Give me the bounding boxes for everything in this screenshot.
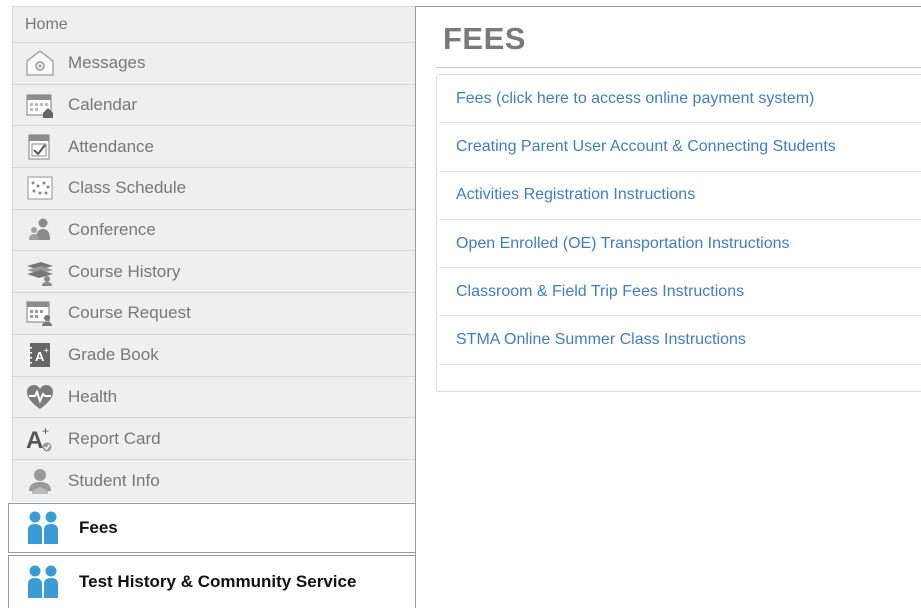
list-item: Fees (click here to access online paymen… [439,75,921,124]
sidebar-item-label: Conference [68,220,156,240]
link-classroom-fees[interactable]: Classroom & Field Trip Fees Instructions [456,283,744,301]
sidebar-item-report-card[interactable]: A + Report Card [13,418,416,460]
sidebar-item-course-request[interactable]: Course Request [13,293,416,335]
list-item: STMA Online Summer Class Instructions [439,316,921,365]
link-parent-account[interactable]: Creating Parent User Account & Connectin… [456,138,836,156]
links-list: Fees (click here to access online paymen… [436,74,921,392]
student-icon [25,466,55,496]
report-card-icon: A + [25,424,55,454]
page-title: FEES [443,21,526,56]
sidebar-item-label: Student Info [68,470,160,490]
sidebar-item-fees[interactable]: Fees [8,503,415,553]
sidebar-item-label: Health [68,386,118,406]
envelope-icon [25,48,55,78]
link-oe-transportation[interactable]: Open Enrolled (OE) Transportation Instru… [456,235,790,253]
title-divider [436,67,921,68]
heart-icon [25,382,55,412]
people-icon [23,508,63,548]
sidebar-item-label: Class Schedule [68,178,187,198]
sidebar-item-messages[interactable]: Messages [13,43,416,85]
sidebar-item-calendar[interactable]: Calendar [13,85,416,127]
schedule-icon [25,173,55,203]
gradebook-icon: A + [25,340,55,370]
sidebar-item-grade-book[interactable]: A + Grade Book [13,335,416,377]
link-activities-registration[interactable]: Activities Registration Instructions [456,186,695,204]
course-request-icon [25,298,55,328]
list-item: Creating Parent User Account & Connectin… [439,123,921,172]
list-item: Open Enrolled (OE) Transportation Instru… [439,220,921,269]
attendance-icon [25,132,55,162]
sidebar-item-course-history[interactable]: Course History [13,251,416,294]
sidebar-item-label: Messages [68,53,146,73]
link-fees-payment[interactable]: Fees (click here to access online paymen… [456,90,814,108]
sidebar-item-label: Report Card [68,428,161,448]
sidebar: Home Messages Calendar Attendance Class … [12,6,417,502]
sidebar-item-health[interactable]: Health [13,377,416,419]
sidebar-item-label: Course Request [68,303,191,323]
svg-text:+: + [44,346,49,355]
people-icon [23,562,63,602]
calendar-icon [25,90,55,120]
app-root: Home Messages Calendar Attendance Class … [0,0,921,608]
sidebar-item-conference[interactable]: Conference [13,210,416,252]
sidebar-item-home[interactable]: Home [13,7,416,43]
sidebar-item-label: Course History [68,261,181,281]
sidebar-item-label: Test History & Community Service [79,572,357,591]
sidebar-item-test-history[interactable]: Test History & Community Service [8,555,415,608]
list-item: Classroom & Field Trip Fees Instructions [439,268,921,317]
books-icon [25,257,55,287]
svg-text:A: A [26,427,43,454]
sidebar-item-label: Fees [79,518,118,537]
link-summer-class[interactable]: STMA Online Summer Class Instructions [456,331,746,349]
sidebar-item-label: Attendance [68,136,155,156]
sidebar-item-label: Grade Book [68,345,159,365]
main-panel: FEES Fees (click here to access online p… [415,6,921,608]
conference-icon [25,215,55,245]
list-item: Activities Registration Instructions [439,172,921,220]
svg-text:+: + [42,424,49,438]
sidebar-item-label: Calendar [68,95,137,115]
sidebar-item-attendance[interactable]: Attendance [13,126,416,169]
sidebar-item-class-schedule[interactable]: Class Schedule [13,168,416,210]
sidebar-item-student-info[interactable]: Student Info [13,460,416,502]
